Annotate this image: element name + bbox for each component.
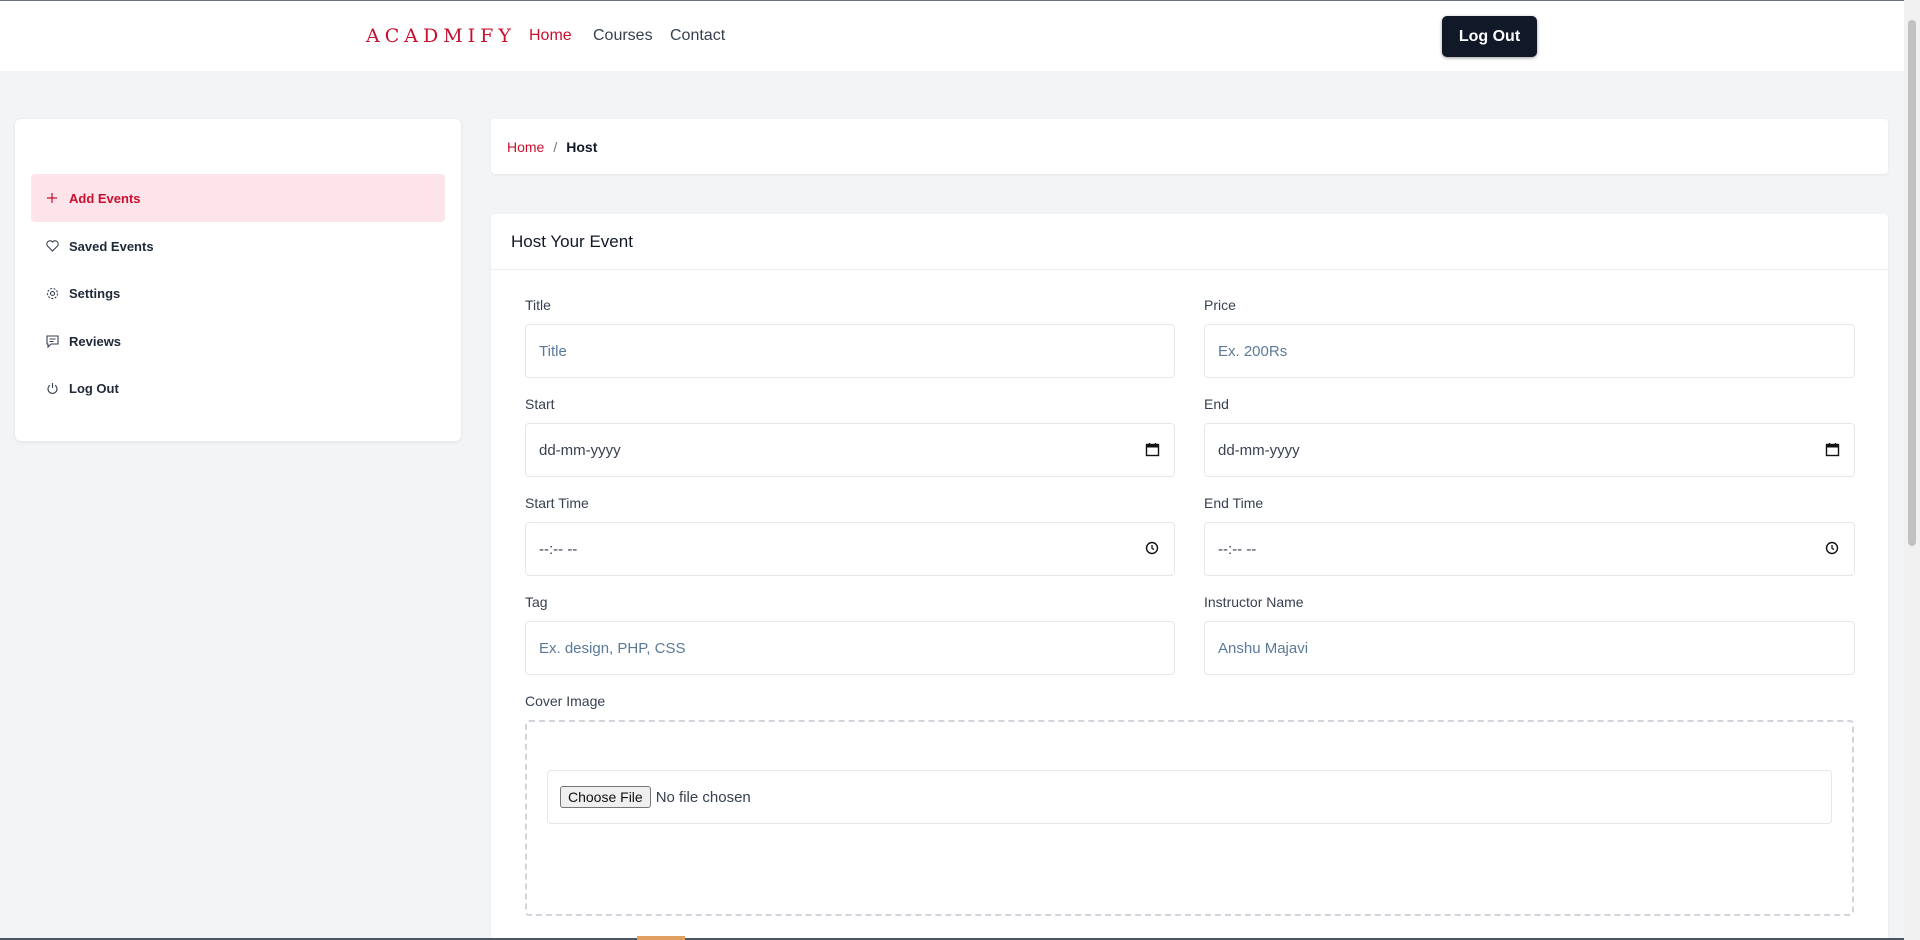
start-time-label: Start Time xyxy=(525,495,589,511)
file-input-row: Choose File No file chosen xyxy=(547,770,1832,824)
nav-link-courses[interactable]: Courses xyxy=(593,27,653,45)
form-title: Host Your Event xyxy=(491,214,1888,270)
navbar: ACADMIFY Home Courses Contact Log Out xyxy=(0,1,1904,71)
nav-link-home[interactable]: Home xyxy=(529,27,572,45)
gear-icon xyxy=(45,286,59,300)
sidebar-item-add-events[interactable]: Add Events xyxy=(31,174,445,222)
title-label: Title xyxy=(525,297,551,313)
heart-icon xyxy=(45,239,59,253)
cover-image-label: Cover Image xyxy=(525,693,606,709)
breadcrumb-current: Host xyxy=(566,138,598,155)
logout-button[interactable]: Log Out xyxy=(1442,16,1537,57)
instructor-input[interactable]: Anshu Majavi xyxy=(1204,621,1855,675)
start-date-value: dd-mm-yyyy xyxy=(539,441,621,459)
sidebar-item-saved-events[interactable]: Saved Events xyxy=(31,222,445,270)
sidebar-item-log-out[interactable]: Log Out xyxy=(31,364,445,412)
start-time-input[interactable]: --:-- -- xyxy=(525,522,1175,576)
title-input[interactable]: Title xyxy=(525,324,1175,378)
calendar-icon[interactable] xyxy=(1825,442,1841,458)
start-date-input[interactable]: dd-mm-yyyy xyxy=(525,423,1175,477)
start-label: Start xyxy=(525,396,555,412)
plus-icon xyxy=(45,191,59,205)
sidebar-item-label: Saved Events xyxy=(69,238,154,254)
file-status: No file chosen xyxy=(655,788,751,806)
choose-file-button[interactable]: Choose File xyxy=(560,786,651,808)
cover-image-dropzone[interactable]: Choose File No file chosen xyxy=(525,720,1854,916)
price-label: Price xyxy=(1204,297,1236,313)
breadcrumb: Home / Host xyxy=(491,119,1888,174)
end-label: End xyxy=(1204,396,1229,412)
instructor-label: Instructor Name xyxy=(1204,594,1304,610)
end-time-value: --:-- -- xyxy=(1218,540,1257,558)
end-date-value: dd-mm-yyyy xyxy=(1218,441,1300,459)
start-time-value: --:-- -- xyxy=(539,540,578,558)
end-time-label: End Time xyxy=(1204,495,1264,511)
host-event-form: Host Your Event Title Title Price Ex. 20… xyxy=(491,214,1888,940)
sidebar-item-reviews[interactable]: Reviews xyxy=(31,317,445,365)
sidebar-item-label: Add Events xyxy=(69,190,141,206)
calendar-icon[interactable] xyxy=(1145,442,1161,458)
price-input[interactable]: Ex. 200Rs xyxy=(1204,324,1855,378)
power-icon xyxy=(45,381,59,395)
sidebar-item-label: Reviews xyxy=(69,333,122,349)
breadcrumb-separator: / xyxy=(553,138,558,155)
tag-input[interactable]: Ex. design, PHP, CSS xyxy=(525,621,1175,675)
bottom-accent xyxy=(637,936,685,940)
tag-label: Tag xyxy=(525,594,548,610)
sidebar: Add Events Saved Events Settings Reviews… xyxy=(15,119,461,441)
scrollbar[interactable] xyxy=(1904,0,1920,940)
end-time-input[interactable]: --:-- -- xyxy=(1204,522,1855,576)
breadcrumb-home-link[interactable]: Home xyxy=(507,139,544,155)
end-date-input[interactable]: dd-mm-yyyy xyxy=(1204,423,1855,477)
sidebar-item-label: Log Out xyxy=(69,380,119,396)
sidebar-item-label: Settings xyxy=(69,285,121,301)
brand-logo[interactable]: ACADMIFY xyxy=(366,25,516,47)
comment-icon xyxy=(45,334,59,348)
clock-icon[interactable] xyxy=(1825,541,1841,557)
clock-icon[interactable] xyxy=(1145,541,1161,557)
scrollbar-thumb[interactable] xyxy=(1908,20,1916,546)
nav-link-contact[interactable]: Contact xyxy=(670,27,725,45)
sidebar-item-settings[interactable]: Settings xyxy=(31,269,445,317)
